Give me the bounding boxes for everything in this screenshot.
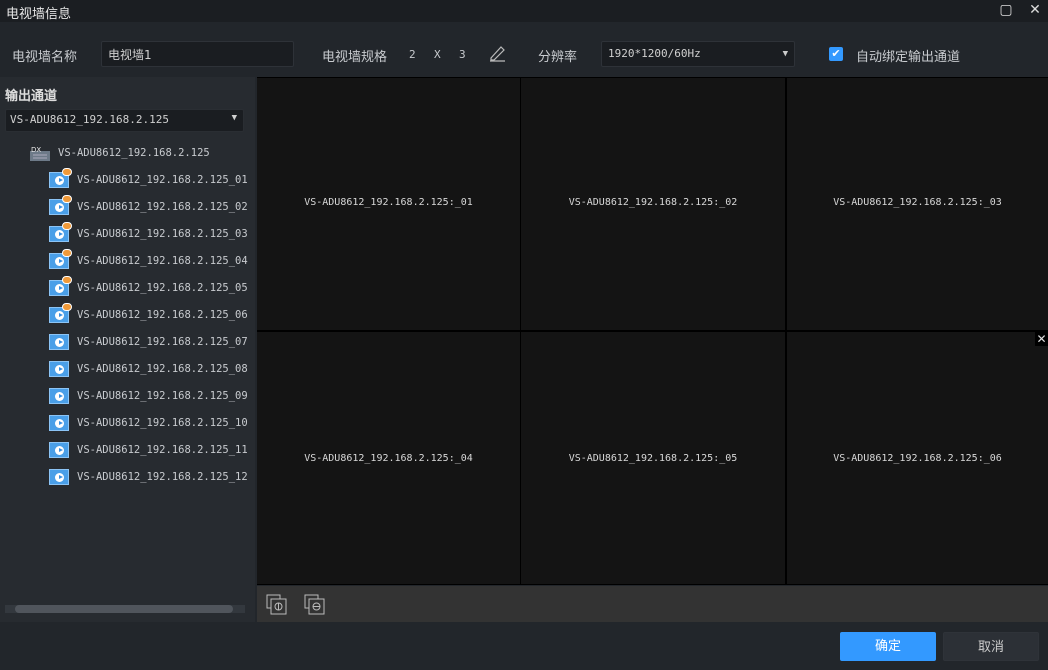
auto-bind-checkbox[interactable]: ✔: [829, 47, 843, 61]
svg-text:DX: DX: [31, 146, 41, 154]
tree-channel-item[interactable]: VS-ADU8612_192.168.2.125_10: [49, 413, 248, 433]
resolution-label: 分辨率: [538, 50, 578, 65]
bound-channel-icon: [49, 195, 72, 215]
title-bar: 电视墙信息 ▢ ✕: [0, 0, 1048, 22]
screen-channel-label: VS-ADU8612_192.168.2.125:_04: [304, 452, 473, 464]
tree-channel-item[interactable]: VS-ADU8612_192.168.2.125_07: [49, 332, 248, 352]
chevron-down-icon: ▼: [231, 113, 237, 123]
resolution-value: 1920*1200/60Hz: [608, 47, 701, 60]
chevron-down-icon: ▼: [782, 49, 788, 59]
wall-screen-cell[interactable]: VS-ADU8612_192.168.2.125:_01: [257, 78, 520, 330]
cancel-button[interactable]: 取消: [943, 632, 1039, 661]
wall-screen-cell[interactable]: VS-ADU8612_192.168.2.125:_02: [521, 78, 785, 330]
link-badge-icon: [62, 276, 72, 284]
screen-channel-label: VS-ADU8612_192.168.2.125:_03: [833, 196, 1002, 208]
auto-bind-label: 自动绑定输出通道: [856, 50, 961, 65]
grid-toolbar: [257, 586, 1048, 622]
tree-channel-item[interactable]: VS-ADU8612_192.168.2.125_02: [49, 195, 248, 217]
channel-icon: [49, 334, 69, 350]
device-select-value: VS-ADU8612_192.168.2.125: [10, 113, 169, 126]
channel-label: VS-ADU8612_192.168.2.125_09: [77, 390, 248, 402]
bound-channel-icon: [49, 276, 72, 296]
channel-label: VS-ADU8612_192.168.2.125_04: [77, 255, 248, 267]
wall-name-label: 电视墙名称: [12, 50, 78, 65]
wall-spec-label: 电视墙规格: [322, 50, 388, 65]
link-badge-icon: [62, 195, 72, 203]
video-wall-grid: VS-ADU8612_192.168.2.125:_01 VS-ADU8612_1…: [257, 77, 1048, 585]
ok-button[interactable]: 确定: [840, 632, 936, 661]
screen-channel-label: VS-ADU8612_192.168.2.125:_02: [568, 196, 738, 208]
link-badge-icon: [62, 168, 72, 176]
window-title: 电视墙信息: [6, 7, 72, 22]
tree-channel-item[interactable]: VS-ADU8612_192.168.2.125_06: [49, 303, 248, 325]
merge-screens-icon[interactable]: [266, 594, 288, 616]
link-badge-icon: [62, 303, 72, 311]
tree-channel-item[interactable]: VS-ADU8612_192.168.2.125_09: [49, 386, 248, 406]
link-badge-icon: [62, 249, 72, 257]
tree-device[interactable]: DX VS-ADU8612_192.168.2.125: [30, 143, 210, 163]
times-sign: X: [434, 48, 441, 61]
channel-label: VS-ADU8612_192.168.2.125_08: [77, 363, 248, 375]
screen-channel-label: VS-ADU8612_192.168.2.125:_01: [304, 196, 473, 208]
channel-icon: [49, 388, 69, 404]
resolution-select[interactable]: 1920*1200/60Hz ▼: [601, 41, 795, 67]
link-badge-icon: [62, 222, 72, 230]
screen-channel-label: VS-ADU8612_192.168.2.125:_06: [833, 452, 1002, 464]
wall-screen-cell[interactable]: VS-ADU8612_192.168.2.125:_04: [257, 332, 520, 584]
close-icon[interactable]: ✕: [1035, 332, 1048, 346]
wall-screen-cell[interactable]: VS-ADU8612_192.168.2.125:_05: [521, 332, 785, 584]
bound-channel-icon: [49, 303, 72, 323]
horizontal-scrollbar[interactable]: [5, 605, 245, 613]
device-icon: DX: [30, 146, 50, 161]
channel-label: VS-ADU8612_192.168.2.125_12: [77, 471, 248, 483]
wall-screen-cell[interactable]: VS-ADU8612_192.168.2.125:_03: [787, 78, 1048, 330]
channel-label: VS-ADU8612_192.168.2.125_02: [77, 201, 248, 213]
tree-channel-item[interactable]: VS-ADU8612_192.168.2.125_05: [49, 276, 248, 298]
bound-channel-icon: [49, 222, 72, 242]
scrollbar-thumb[interactable]: [15, 605, 233, 613]
output-channel-panel: 输出通道 VS-ADU8612_192.168.2.125 ▼ DX VS-ADU…: [0, 77, 255, 622]
channel-icon: [49, 469, 69, 485]
channel-label: VS-ADU8612_192.168.2.125_01: [77, 174, 248, 186]
maximize-icon[interactable]: ▢: [996, 1, 1016, 19]
close-icon[interactable]: ✕: [1025, 1, 1045, 19]
device-select[interactable]: VS-ADU8612_192.168.2.125 ▼: [5, 109, 244, 132]
split-screens-icon[interactable]: [304, 594, 326, 616]
channel-label: VS-ADU8612_192.168.2.125_05: [77, 282, 248, 294]
channel-label: VS-ADU8612_192.168.2.125_07: [77, 336, 248, 348]
bound-channel-icon: [49, 168, 72, 188]
channel-label: VS-ADU8612_192.168.2.125_11: [77, 444, 248, 456]
channel-icon: [49, 415, 69, 431]
bound-channel-icon: [49, 249, 72, 269]
tree-channel-item[interactable]: VS-ADU8612_192.168.2.125_04: [49, 249, 248, 271]
channel-label: VS-ADU8612_192.168.2.125_06: [77, 309, 248, 321]
device-label: VS-ADU8612_192.168.2.125: [58, 147, 210, 159]
tree-channel-item[interactable]: VS-ADU8612_192.168.2.125_03: [49, 222, 248, 244]
tree-channel-item[interactable]: VS-ADU8612_192.168.2.125_12: [49, 467, 248, 487]
panel-title: 输出通道: [5, 89, 58, 104]
tree-channel-item[interactable]: VS-ADU8612_192.168.2.125_11: [49, 440, 248, 460]
tree-channel-item[interactable]: VS-ADU8612_192.168.2.125_08: [49, 359, 248, 379]
channel-label: VS-ADU8612_192.168.2.125_10: [77, 417, 248, 429]
channel-icon: [49, 442, 69, 458]
tree-channel-item[interactable]: VS-ADU8612_192.168.2.125_01: [49, 168, 248, 190]
toolbar: 电视墙名称 电视墙1 电视墙规格 2 X 3 分辨率 1920*1200/60H…: [0, 22, 1048, 77]
channel-label: VS-ADU8612_192.168.2.125_03: [77, 228, 248, 240]
screen-channel-label: VS-ADU8612_192.168.2.125:_05: [568, 452, 738, 464]
channel-icon: [49, 361, 69, 377]
cols-value[interactable]: 3: [459, 48, 466, 61]
wall-screen-cell[interactable]: VS-ADU8612_192.168.2.125:_06: [787, 332, 1048, 584]
wall-name-input[interactable]: 电视墙1: [101, 41, 294, 67]
pencil-icon[interactable]: [488, 44, 506, 62]
rows-value[interactable]: 2: [409, 48, 416, 61]
